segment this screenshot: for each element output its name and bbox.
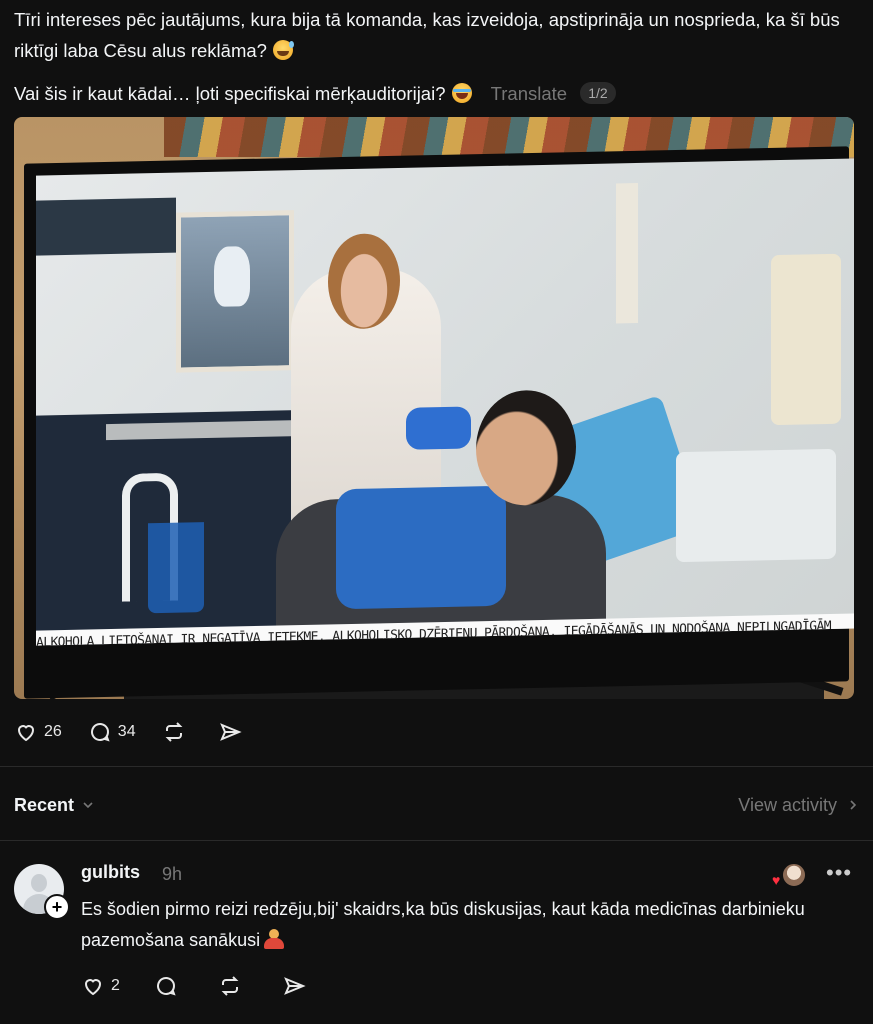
translate-link[interactable]: Translate bbox=[491, 83, 567, 104]
post-line-1: Tīri intereses pēc jautājums, kura bija … bbox=[14, 9, 840, 61]
post-paragraph-2: Vai šis ir kaut kādai… ļoti specifiskai … bbox=[14, 78, 859, 109]
like-count: 26 bbox=[44, 723, 62, 740]
comment-body: Es šodien pirmo reizi redzēju,bij' skaid… bbox=[81, 899, 805, 950]
comment-actions: 2 bbox=[81, 974, 346, 998]
avatar-placeholder-head bbox=[31, 874, 47, 892]
post-image[interactable]: Alkohola lietošanai ir negatīva ietekme.… bbox=[14, 117, 854, 699]
shelf bbox=[36, 197, 176, 256]
chevron-down-icon bbox=[83, 802, 93, 809]
comment-timestamp: 9h bbox=[162, 864, 183, 884]
comment-share-button[interactable] bbox=[282, 974, 312, 998]
repost-button[interactable] bbox=[162, 720, 192, 744]
blue-glove bbox=[406, 406, 471, 450]
share-icon bbox=[284, 977, 306, 995]
tv-screen-ad: Alkohola lietošanai ir negatīva ietekme.… bbox=[36, 158, 854, 646]
comment-button[interactable]: 34 bbox=[88, 720, 136, 744]
comment-icon bbox=[156, 977, 176, 996]
post-body: Tīri intereses pēc jautājums, kura bija … bbox=[14, 4, 859, 109]
comment-repost-button[interactable] bbox=[218, 974, 248, 998]
author-avatar bbox=[782, 863, 806, 887]
wall-unit bbox=[771, 253, 841, 426]
sort-dropdown[interactable]: Recent bbox=[14, 795, 94, 816]
patient-bib bbox=[336, 485, 506, 610]
heart-icon bbox=[17, 725, 35, 742]
heart-icon bbox=[84, 979, 102, 996]
view-activity-label: View activity bbox=[738, 794, 837, 815]
more-icon[interactable]: ••• bbox=[826, 860, 852, 886]
carousel-page-indicator: 1/2 bbox=[580, 82, 616, 104]
comments-header: Recent View activity bbox=[14, 790, 859, 820]
tooth-illustration bbox=[214, 246, 250, 307]
chevron-right-icon bbox=[850, 800, 857, 810]
comment-text: Es šodien pirmo reizi redzēju,bij' skaid… bbox=[81, 894, 851, 956]
post-paragraph-1: Tīri intereses pēc jautājums, kura bija … bbox=[14, 4, 859, 66]
share-icon bbox=[219, 723, 242, 741]
shrug-emoji bbox=[264, 929, 285, 949]
comment-like-count: 2 bbox=[111, 977, 120, 994]
grinning-sweat-emoji bbox=[272, 40, 294, 60]
blue-cup bbox=[148, 522, 204, 614]
comment-icon bbox=[90, 723, 110, 742]
tears-of-joy-emoji bbox=[451, 83, 472, 103]
divider bbox=[0, 766, 873, 767]
repost-icon bbox=[165, 722, 183, 742]
post-actions: 26 34 bbox=[14, 720, 274, 744]
lamp-arm bbox=[616, 182, 638, 324]
divider bbox=[0, 840, 873, 841]
heart-icon: ♥ bbox=[772, 872, 781, 888]
share-button[interactable] bbox=[218, 720, 248, 744]
post-line-2: Vai šis ir kaut kādai… ļoti specifiskai … bbox=[14, 83, 446, 104]
view-activity-link[interactable]: View activity bbox=[738, 795, 859, 816]
sort-label: Recent bbox=[14, 794, 75, 815]
like-button[interactable]: 26 bbox=[14, 720, 62, 744]
repost-icon bbox=[221, 976, 239, 996]
dental-equipment bbox=[676, 448, 836, 563]
follow-plus-icon[interactable]: + bbox=[44, 894, 70, 920]
comment-reply-button[interactable] bbox=[154, 974, 184, 998]
comment-count: 34 bbox=[117, 723, 136, 740]
liked-by-author-badge: ♥ bbox=[770, 863, 806, 888]
comment-like-button[interactable]: 2 bbox=[81, 974, 120, 998]
comment-username[interactable]: gulbits bbox=[81, 862, 140, 883]
